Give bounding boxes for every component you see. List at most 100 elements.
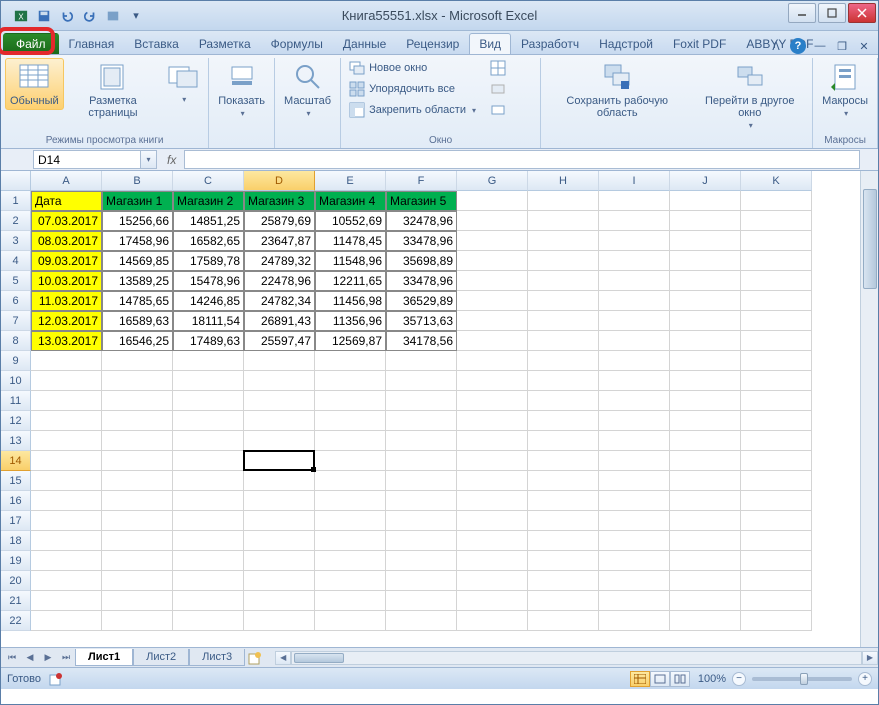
cell[interactable] (670, 411, 741, 431)
cell[interactable]: Магазин 4 (315, 191, 386, 211)
column-header[interactable]: I (599, 171, 670, 191)
cell[interactable] (173, 491, 244, 511)
save-workspace-button[interactable]: Сохранить рабочую область (545, 58, 689, 122)
row-header[interactable]: 17 (1, 511, 31, 531)
cell[interactable] (670, 271, 741, 291)
minimize-button[interactable] (788, 3, 816, 23)
cell[interactable] (670, 351, 741, 371)
cell[interactable]: 11456,98 (315, 291, 386, 311)
cell[interactable] (741, 251, 812, 271)
cell[interactable] (102, 471, 173, 491)
cell[interactable] (102, 351, 173, 371)
save-icon[interactable] (34, 6, 54, 26)
cell[interactable] (457, 451, 528, 471)
cell[interactable] (31, 511, 102, 531)
page-layout-button[interactable]: Разметка страницы (66, 58, 161, 122)
cell[interactable] (599, 391, 670, 411)
cell[interactable] (386, 391, 457, 411)
cell[interactable] (528, 391, 599, 411)
cell[interactable] (386, 411, 457, 431)
cell[interactable]: 33478,96 (386, 271, 457, 291)
cell[interactable] (31, 491, 102, 511)
doc-close-icon[interactable]: ✕ (856, 38, 872, 54)
tab-home[interactable]: Главная (59, 33, 125, 54)
excel-icon[interactable]: X (11, 6, 31, 26)
cell[interactable]: 12.03.2017 (31, 311, 102, 331)
row-header[interactable]: 9 (1, 351, 31, 371)
normal-view-button[interactable]: Обычный (5, 58, 64, 110)
row-header[interactable]: 10 (1, 371, 31, 391)
cell[interactable] (528, 551, 599, 571)
cell[interactable] (173, 371, 244, 391)
cell[interactable] (244, 611, 315, 631)
macro-record-icon[interactable] (47, 671, 65, 687)
vertical-scrollbar-thumb[interactable] (863, 189, 877, 289)
cell[interactable]: 16582,65 (173, 231, 244, 251)
cell[interactable] (102, 391, 173, 411)
cell[interactable] (741, 411, 812, 431)
cell[interactable] (386, 371, 457, 391)
cell[interactable] (528, 351, 599, 371)
cell[interactable] (741, 351, 812, 371)
cell[interactable] (244, 431, 315, 451)
cell[interactable]: 15256,66 (102, 211, 173, 231)
hscroll-thumb[interactable] (294, 653, 344, 663)
cell[interactable] (670, 251, 741, 271)
cell[interactable] (457, 551, 528, 571)
cell[interactable]: 12211,65 (315, 271, 386, 291)
cell[interactable] (173, 391, 244, 411)
cell[interactable] (528, 331, 599, 351)
cell[interactable] (457, 311, 528, 331)
zoom-slider[interactable] (752, 677, 852, 681)
cell[interactable] (599, 211, 670, 231)
view-pagebreak-shortcut[interactable] (670, 671, 690, 687)
cell[interactable] (244, 571, 315, 591)
tab-developer[interactable]: Разработч (511, 33, 589, 54)
tab-data[interactable]: Данные (333, 33, 396, 54)
sheet-nav-first[interactable]: ⏮ (3, 650, 21, 666)
cell[interactable]: 33478,96 (386, 231, 457, 251)
hide-button[interactable] (486, 79, 510, 99)
cell[interactable] (244, 591, 315, 611)
cell[interactable] (528, 211, 599, 231)
cell[interactable] (173, 531, 244, 551)
cell[interactable] (173, 611, 244, 631)
cell[interactable]: 14569,85 (102, 251, 173, 271)
cell[interactable] (386, 431, 457, 451)
cell[interactable]: 16546,25 (102, 331, 173, 351)
cell[interactable] (457, 191, 528, 211)
cell[interactable] (31, 611, 102, 631)
cell[interactable] (528, 411, 599, 431)
cell[interactable] (31, 531, 102, 551)
cell[interactable] (741, 571, 812, 591)
view-normal-shortcut[interactable] (630, 671, 650, 687)
zoom-in-button[interactable]: + (858, 672, 872, 686)
tab-review[interactable]: Рецензир (396, 33, 469, 54)
row-header[interactable]: 2 (1, 211, 31, 231)
cell[interactable]: 15478,96 (173, 271, 244, 291)
cell[interactable] (741, 271, 812, 291)
cell[interactable] (315, 511, 386, 531)
cell[interactable] (670, 191, 741, 211)
cell[interactable] (599, 331, 670, 351)
cell[interactable] (315, 431, 386, 451)
cell[interactable] (386, 531, 457, 551)
cell[interactable] (741, 291, 812, 311)
cell[interactable] (528, 251, 599, 271)
cell[interactable] (528, 491, 599, 511)
formula-bar-input[interactable] (184, 150, 860, 169)
cell[interactable] (244, 551, 315, 571)
cell[interactable] (315, 411, 386, 431)
row-header[interactable]: 12 (1, 411, 31, 431)
name-box-dropdown[interactable]: ▾ (141, 150, 157, 169)
cell[interactable] (31, 571, 102, 591)
column-header[interactable]: D (244, 171, 315, 191)
cell[interactable] (386, 451, 457, 471)
cell[interactable] (102, 411, 173, 431)
cell[interactable] (741, 611, 812, 631)
cell[interactable]: 25597,47 (244, 331, 315, 351)
zoom-button[interactable]: Масштаб ▾ (279, 58, 336, 121)
row-header[interactable]: 6 (1, 291, 31, 311)
cell[interactable] (315, 531, 386, 551)
arrange-all-button[interactable]: Упорядочить все (345, 79, 480, 99)
